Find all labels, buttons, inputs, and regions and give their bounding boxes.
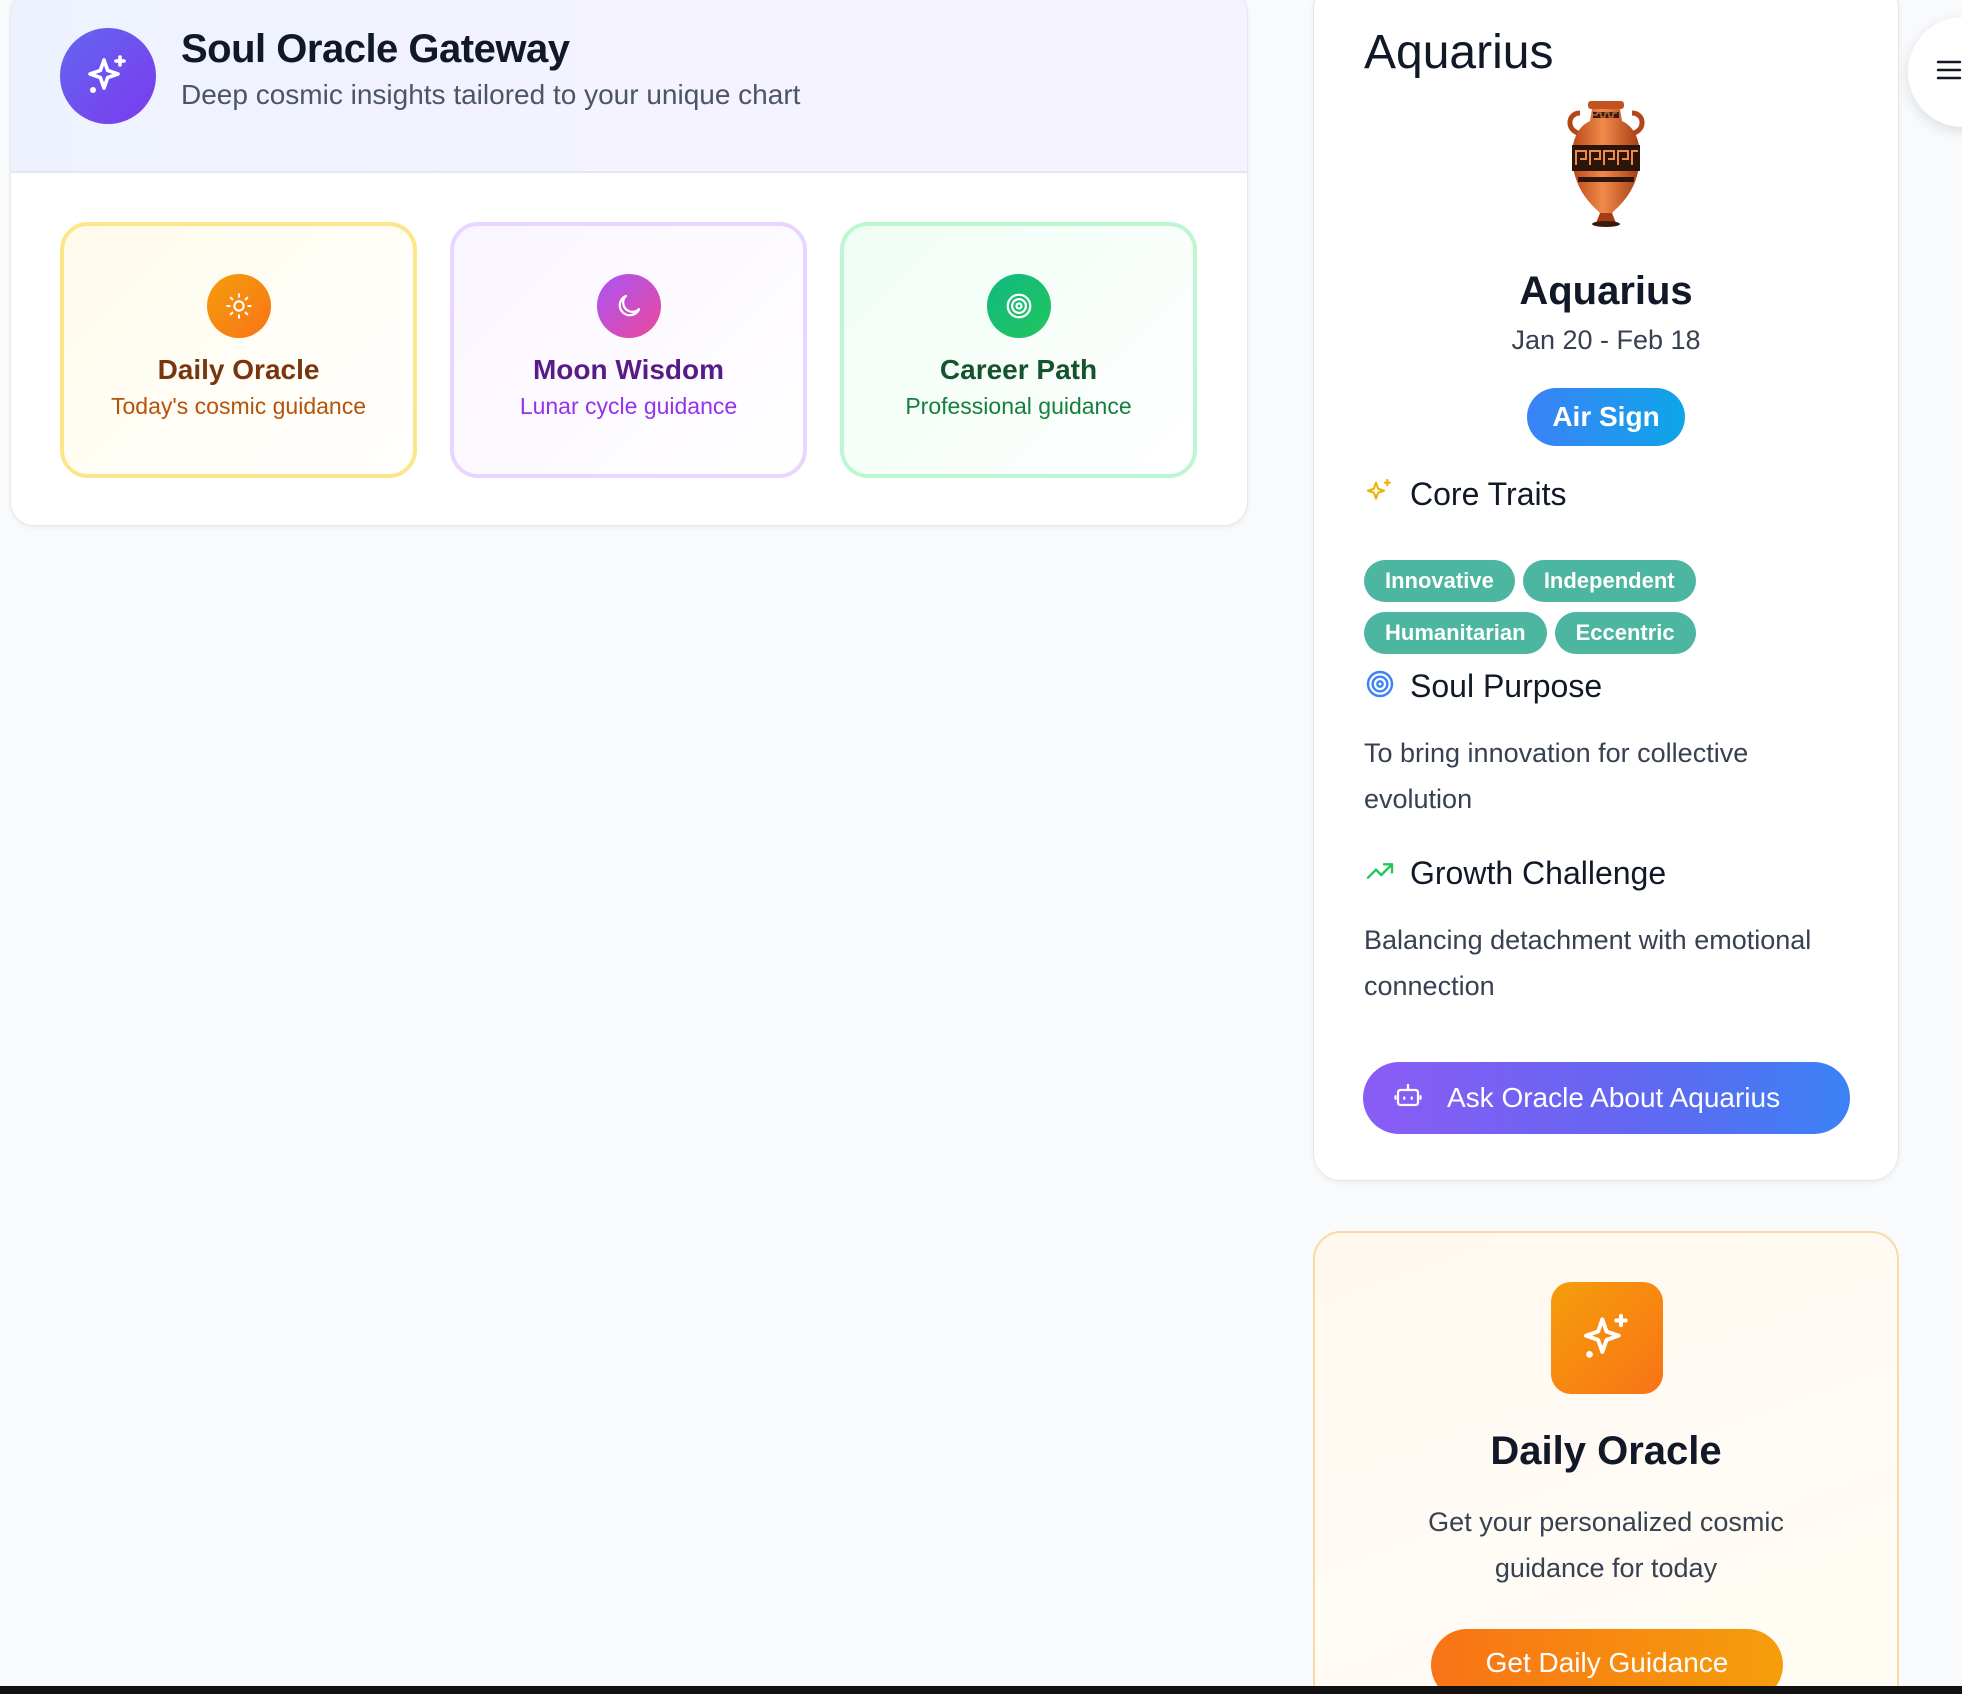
element-badge: Air Sign — [1527, 388, 1685, 446]
gateway-header: Soul Oracle Gateway Deep cosmic insights… — [11, 0, 1247, 173]
hamburger-menu-icon — [1936, 59, 1962, 86]
career-path-tile[interactable]: Career Path Professional guidance — [840, 222, 1197, 478]
moon-icon — [596, 274, 661, 338]
growth-challenge-text: Balancing detachment with emotional conn… — [1364, 925, 1812, 1001]
growth-challenge-label: Growth Challenge — [1410, 855, 1667, 891]
trait-badge: Humanitarian — [1364, 612, 1547, 654]
sun-icon — [206, 274, 271, 338]
ask-oracle-label: Ask Oracle About Aquarius — [1447, 1082, 1781, 1113]
trait-badge: Eccentric — [1554, 612, 1696, 654]
sparkles-icon — [60, 28, 156, 124]
trait-badge: Independent — [1522, 560, 1696, 602]
sign-name: Aquarius — [1519, 269, 1693, 313]
tile-subtitle: Professional guidance — [905, 393, 1132, 419]
tile-subtitle: Lunar cycle guidance — [519, 393, 738, 419]
target-icon — [986, 274, 1051, 338]
soul-oracle-gateway-card: Soul Oracle Gateway Deep cosmic insights… — [10, 0, 1248, 526]
trait-badge: Innovative — [1364, 560, 1515, 602]
bottom-edge — [0, 1686, 1962, 1694]
soul-purpose-label: Soul Purpose — [1410, 668, 1603, 704]
daily-oracle-text: Get your personalized cosmic guidance fo… — [1428, 1507, 1784, 1583]
traits-list: Innovative Independent Humanitarian Ecce… — [1364, 560, 1744, 654]
soul-purpose-heading: Soul Purpose — [1364, 668, 1602, 705]
sparkles-icon — [1551, 1282, 1663, 1394]
daily-oracle-title: Daily Oracle — [1490, 1429, 1722, 1473]
oracle-tiles: Daily Oracle Today's cosmic guidance Moo… — [60, 222, 1208, 478]
get-daily-guidance-button[interactable]: Get Daily Guidance — [1431, 1629, 1783, 1694]
core-traits-heading: Core Traits — [1364, 476, 1566, 513]
page-subtitle: Deep cosmic insights tailored to your un… — [181, 79, 801, 110]
sign-heading: Aquarius — [1364, 26, 1554, 79]
trending-up-icon — [1364, 855, 1396, 892]
tile-title: Daily Oracle — [157, 354, 320, 385]
ask-oracle-button[interactable]: Ask Oracle About Aquarius — [1363, 1062, 1850, 1134]
zodiac-sign-card: Aquarius Aquarius Jan 20 - Feb 18 Air Si… — [1313, 0, 1899, 1181]
tile-subtitle: Today's cosmic guidance — [111, 393, 366, 419]
target-icon — [1364, 668, 1396, 705]
sign-dates: Jan 20 - Feb 18 — [1511, 325, 1701, 355]
daily-oracle-tile[interactable]: Daily Oracle Today's cosmic guidance — [60, 222, 417, 478]
page-title: Soul Oracle Gateway — [181, 27, 570, 71]
core-traits-label: Core Traits — [1410, 476, 1567, 512]
tile-title: Career Path — [939, 354, 1098, 385]
soul-purpose-text: To bring innovation for collective evolu… — [1364, 738, 1749, 814]
daily-oracle-card: Daily Oracle Get your personalized cosmi… — [1313, 1231, 1899, 1694]
sparkles-icon — [1364, 476, 1396, 513]
tile-title: Moon Wisdom — [532, 354, 725, 385]
amphora-icon — [1314, 99, 1898, 229]
robot-icon — [1393, 1080, 1423, 1117]
moon-wisdom-tile[interactable]: Moon Wisdom Lunar cycle guidance — [450, 222, 807, 478]
growth-challenge-heading: Growth Challenge — [1364, 855, 1666, 892]
menu-button[interactable] — [1908, 17, 1962, 127]
